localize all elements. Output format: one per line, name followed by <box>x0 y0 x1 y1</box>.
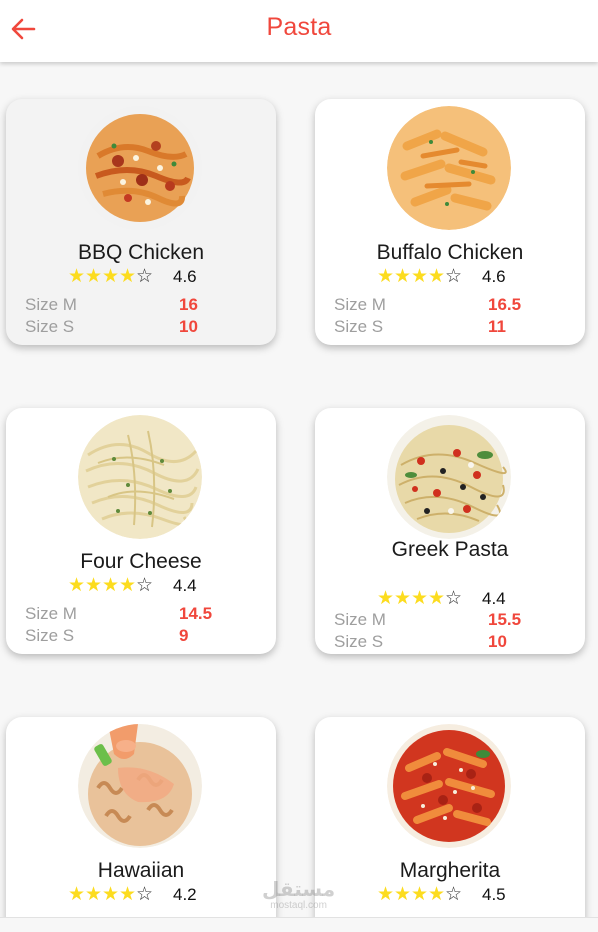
size-m-price: 15.5 <box>488 610 522 629</box>
star-filled-icon: ★ <box>411 588 429 609</box>
star-outline-icon: ☆ <box>136 884 154 905</box>
product-image <box>78 724 202 848</box>
star-filled-icon: ★ <box>411 266 429 287</box>
product-name: Buffalo Chicken <box>376 241 524 264</box>
product-card-margherita[interactable]: Margherita ★ ★ ★ ★ ☆ 4.5 <box>315 717 585 917</box>
product-name: Margherita <box>399 859 501 882</box>
size-s-label: Size S <box>25 626 75 645</box>
star-filled-icon: ★ <box>85 884 103 905</box>
star-outline-icon: ☆ <box>445 266 463 287</box>
size-s-label: Size S <box>25 317 75 336</box>
star-filled-icon: ★ <box>85 266 103 287</box>
size-s-price: 9 <box>179 626 189 645</box>
star-filled-icon: ★ <box>119 266 137 287</box>
product-card-buffalo-chicken[interactable]: Buffalo Chicken ★ ★ ★ ★ ☆ 4.6 Size M 16.… <box>315 99 585 345</box>
product-image <box>78 415 202 539</box>
product-card-greek-pasta[interactable]: Greek Pasta ★ ★ ★ ★ ☆ 4.4 Size M 15.5 Si… <box>315 408 585 654</box>
star-outline-icon: ☆ <box>136 266 154 287</box>
star-filled-icon: ★ <box>102 575 120 596</box>
size-m-price: 16 <box>179 295 198 314</box>
star-filled-icon: ★ <box>119 884 137 905</box>
size-s-price: 11 <box>488 317 506 336</box>
product-card-hawaiian[interactable]: Hawaiian ★ ★ ★ ★ ☆ 4.2 <box>6 717 276 917</box>
rating: ★ ★ ★ ★ ☆ 4.4 <box>377 587 506 611</box>
rating-value: 4.5 <box>482 885 506 904</box>
rating: ★ ★ ★ ★ ☆ 4.2 <box>68 883 197 907</box>
rating-value: 4.2 <box>173 885 197 904</box>
star-filled-icon: ★ <box>428 588 446 609</box>
star-filled-icon: ★ <box>119 575 137 596</box>
star-filled-icon: ★ <box>394 884 412 905</box>
product-card-four-cheese[interactable]: Four Cheese ★ ★ ★ ★ ☆ 4.4 Size M 14.5 Si… <box>6 408 276 654</box>
star-filled-icon: ★ <box>85 575 103 596</box>
size-s-label: Size S <box>334 632 384 651</box>
star-filled-icon: ★ <box>102 266 120 287</box>
star-filled-icon: ★ <box>377 884 395 905</box>
star-filled-icon: ★ <box>377 588 395 609</box>
star-filled-icon: ★ <box>394 588 412 609</box>
star-outline-icon: ☆ <box>136 575 154 596</box>
product-name: BBQ Chicken <box>77 241 205 264</box>
rating-value: 4.4 <box>173 576 197 595</box>
star-outline-icon: ☆ <box>445 588 463 609</box>
page-title: Pasta <box>266 13 332 41</box>
size-m-label: Size M <box>334 610 386 629</box>
star-filled-icon: ★ <box>68 884 86 905</box>
product-name: Hawaiian <box>97 859 185 882</box>
size-m-label: Size M <box>25 295 77 314</box>
size-s-price: 10 <box>179 317 198 336</box>
star-filled-icon: ★ <box>428 266 446 287</box>
rating-value: 4.6 <box>173 267 197 286</box>
product-name: Four Cheese <box>80 550 202 573</box>
rating-value: 4.4 <box>482 589 506 608</box>
star-filled-icon: ★ <box>102 884 120 905</box>
star-filled-icon: ★ <box>428 884 446 905</box>
rating-value: 4.6 <box>482 267 506 286</box>
app-bar: Pasta <box>0 0 598 62</box>
star-filled-icon: ★ <box>394 266 412 287</box>
product-image <box>387 106 511 230</box>
star-filled-icon: ★ <box>68 575 86 596</box>
rating: ★ ★ ★ ★ ☆ 4.4 <box>68 574 197 598</box>
product-image <box>78 106 202 230</box>
star-filled-icon: ★ <box>377 266 395 287</box>
bottom-edge <box>0 917 598 932</box>
size-m-label: Size M <box>25 604 77 623</box>
size-m-price: 14.5 <box>179 604 213 623</box>
size-m-label: Size M <box>334 295 386 314</box>
star-filled-icon: ★ <box>68 266 86 287</box>
rating: ★ ★ ★ ★ ☆ 4.6 <box>377 265 506 289</box>
star-filled-icon: ★ <box>411 884 429 905</box>
size-m-price: 16.5 <box>488 295 522 314</box>
product-card-bbq-chicken[interactable]: BBQ Chicken ★ ★ ★ ★ ☆ 4.6 Size M 16 Size… <box>6 99 276 345</box>
pasta-grid: BBQ Chicken ★ ★ ★ ★ ☆ 4.6 Size M 16 Size… <box>0 62 598 917</box>
size-s-price: 10 <box>488 632 507 651</box>
product-name: Greek Pasta <box>391 538 509 561</box>
product-image <box>387 724 511 848</box>
star-outline-icon: ☆ <box>445 884 463 905</box>
product-image <box>387 415 511 539</box>
size-s-label: Size S <box>334 317 384 336</box>
rating: ★ ★ ★ ★ ☆ 4.5 <box>377 883 506 907</box>
rating: ★ ★ ★ ★ ☆ 4.6 <box>68 265 197 289</box>
watermark-logo: مستقل mostaql.com <box>262 879 336 911</box>
